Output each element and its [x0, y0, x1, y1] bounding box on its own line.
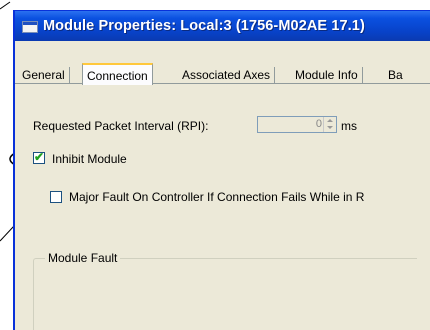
tab-connection[interactable]: Connection — [82, 63, 153, 85]
rpi-unit: ms — [341, 119, 357, 133]
module-fault-label: Module Fault — [45, 251, 121, 265]
window-icon — [22, 21, 38, 33]
title-bar[interactable]: Module Properties: Local:3 (1756-M02AE 1… — [15, 11, 430, 41]
rpi-label: Requested Packet Interval (RPI): — [33, 119, 209, 133]
tab-module-info[interactable]: Module Info — [291, 67, 363, 84]
tab-associated-axes[interactable]: Associated Axes — [178, 67, 276, 84]
checkmark-icon: ✔ — [34, 150, 45, 164]
tab-general[interactable]: General — [18, 67, 70, 84]
rpi-input[interactable]: 0 — [257, 116, 337, 133]
rpi-value: 0 — [315, 118, 322, 130]
window-title: Module Properties: Local:3 (1756-M02AE 1… — [43, 18, 365, 34]
callout-line-bottom — [0, 225, 15, 242]
major-fault-label[interactable]: Major Fault On Controller If Connection … — [69, 190, 364, 204]
module-fault-group — [33, 258, 417, 330]
major-fault-checkbox[interactable] — [50, 191, 62, 203]
callout-line-top — [0, 1, 11, 10]
inhibit-module-label[interactable]: Inhibit Module — [52, 152, 127, 166]
inhibit-module-checkbox[interactable]: ✔ — [33, 150, 45, 164]
tab-strip: General Connection Associated Axes Modul… — [15, 61, 430, 85]
tab-more[interactable]: Ba — [384, 67, 407, 84]
rpi-spinner[interactable] — [323, 117, 336, 132]
